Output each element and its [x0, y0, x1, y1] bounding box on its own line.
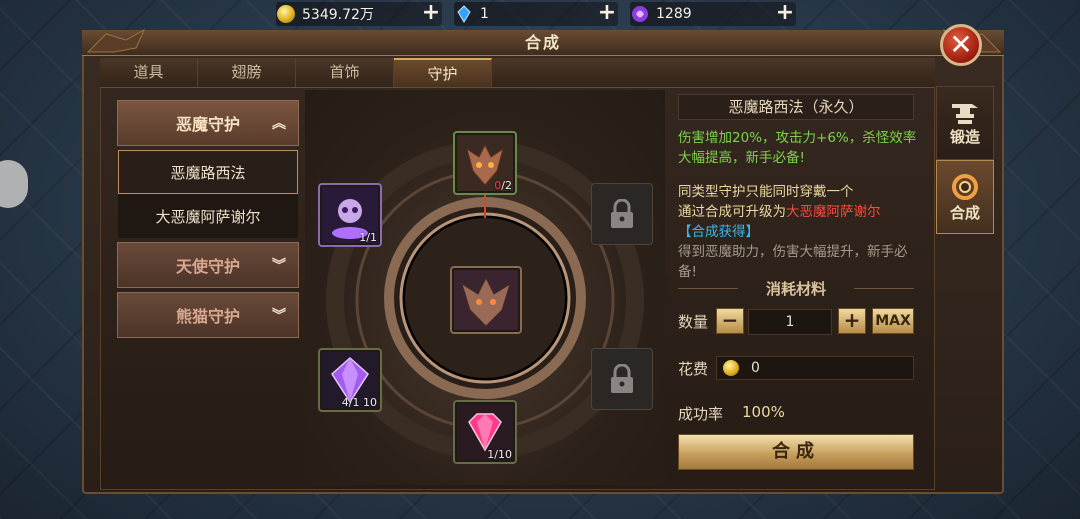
category-panda-guardian[interactable]: 熊猫守护 ︾ — [117, 292, 299, 338]
gold-coin-icon — [723, 360, 739, 376]
crystal-resource: 1289 + — [630, 2, 796, 26]
window-title: 合成 — [82, 30, 1004, 56]
material-slot-bottom[interactable]: 1/10 — [453, 400, 517, 464]
slot-count: 1/10 — [487, 448, 512, 461]
category-label: 熊猫守护 — [175, 307, 240, 326]
side-tab-forge[interactable]: 锻造 — [936, 86, 994, 160]
obtain-link[interactable]: 【合成获得】 — [678, 222, 918, 242]
decrease-button[interactable]: − — [716, 308, 744, 334]
locked-slot-lower-right — [591, 348, 653, 410]
anvil-icon — [952, 103, 978, 124]
note-line-1: 同类型守护只能同时穿戴一个 — [678, 184, 854, 200]
side-tab-label: 合成 — [949, 203, 980, 222]
diamond-resource: 1 + — [454, 2, 618, 26]
lock-icon — [611, 199, 633, 228]
category-demon-guardian[interactable]: 恶魔守护 ︽ — [117, 100, 299, 146]
cost-value: 0 — [751, 360, 760, 376]
success-rate-value: 100% — [742, 403, 785, 421]
add-diamond-button[interactable]: + — [596, 2, 618, 26]
item-description: 得到恶魔助力，伤害大幅提升，新手必备! — [678, 244, 908, 280]
add-crystal-button[interactable]: + — [774, 2, 796, 26]
material-slot-left[interactable]: 1/1 — [318, 183, 382, 247]
diamond-amount: 1 — [480, 6, 489, 22]
category-label: 天使守护 — [175, 257, 240, 276]
category-tabs: 道具 翅膀 首饰 守护 — [100, 58, 935, 88]
chevron-down-icon: ︾ — [272, 258, 286, 274]
tab-wings[interactable]: 翅膀 — [198, 58, 296, 87]
category-angel-guardian[interactable]: 天使守护 ︾ — [117, 242, 299, 288]
quantity-input[interactable]: 1 — [748, 309, 832, 335]
result-slot[interactable] — [450, 266, 522, 334]
purple-crystal-icon — [630, 4, 650, 24]
cost-field: 0 — [716, 356, 914, 380]
add-gold-button[interactable]: + — [420, 2, 442, 26]
cost-label: 花费 — [678, 360, 709, 378]
gold-coin-icon — [276, 4, 296, 24]
gold-resource: 5349.72万 + — [276, 2, 442, 26]
item-effect: 伤害增加20%，攻击力+6%，杀怪效率大幅提高，新手必备! — [678, 130, 917, 166]
lock-icon — [611, 364, 633, 393]
slot-count: 1/1 — [359, 231, 377, 244]
increase-button[interactable]: + — [838, 308, 866, 334]
upgrade-target-link[interactable]: 大恶魔阿萨谢尔 — [786, 204, 881, 220]
close-button[interactable]: ✕ — [940, 24, 982, 66]
category-label: 恶魔守护 — [175, 115, 240, 134]
combine-button[interactable]: 合成 — [678, 434, 914, 470]
note-line-2: 通过合成可升级为大恶魔阿萨谢尔 — [678, 204, 881, 220]
material-slot-top[interactable]: 0/2 — [453, 131, 517, 195]
crystal-amount: 1289 — [656, 6, 692, 22]
material-slot-lower-left[interactable]: 4/1 10 — [318, 348, 382, 412]
list-item-azazel[interactable]: 大恶魔阿萨谢尔 — [118, 194, 298, 238]
item-notes: 同类型守护只能同时穿戴一个 通过合成可升级为大恶魔阿萨谢尔 【合成获得】 得到恶… — [678, 182, 918, 282]
quantity-label: 数量 — [678, 313, 709, 331]
slot-count: 4/1 10 — [341, 396, 377, 409]
side-tab-combine[interactable]: 合成 — [936, 160, 994, 234]
demon-lucifer-icon — [454, 270, 518, 330]
close-icon: ✕ — [949, 28, 973, 61]
side-tab-label: 锻造 — [949, 127, 980, 146]
chevron-down-icon: ︾ — [272, 308, 286, 324]
item-title: 恶魔路西法（永久） — [678, 94, 914, 120]
max-button[interactable]: MAX — [872, 308, 914, 334]
materials-title: 消耗材料 — [678, 278, 914, 299]
slot-count: 0/2 — [494, 179, 512, 192]
success-rate-label: 成功率 — [678, 405, 724, 423]
combine-ring-icon — [952, 173, 978, 200]
tab-jewelry[interactable]: 首饰 — [296, 58, 394, 87]
chevron-up-icon: ︽ — [272, 116, 286, 132]
gold-amount: 5349.72万 — [302, 7, 374, 23]
blue-diamond-icon — [454, 4, 474, 24]
locked-slot-upper-right — [591, 183, 653, 245]
left-ornament-icon — [86, 28, 146, 53]
list-item-lucifer[interactable]: 恶魔路西法 — [118, 150, 298, 194]
tab-guardian[interactable]: 守护 — [394, 58, 492, 87]
tab-items[interactable]: 道具 — [100, 58, 198, 87]
